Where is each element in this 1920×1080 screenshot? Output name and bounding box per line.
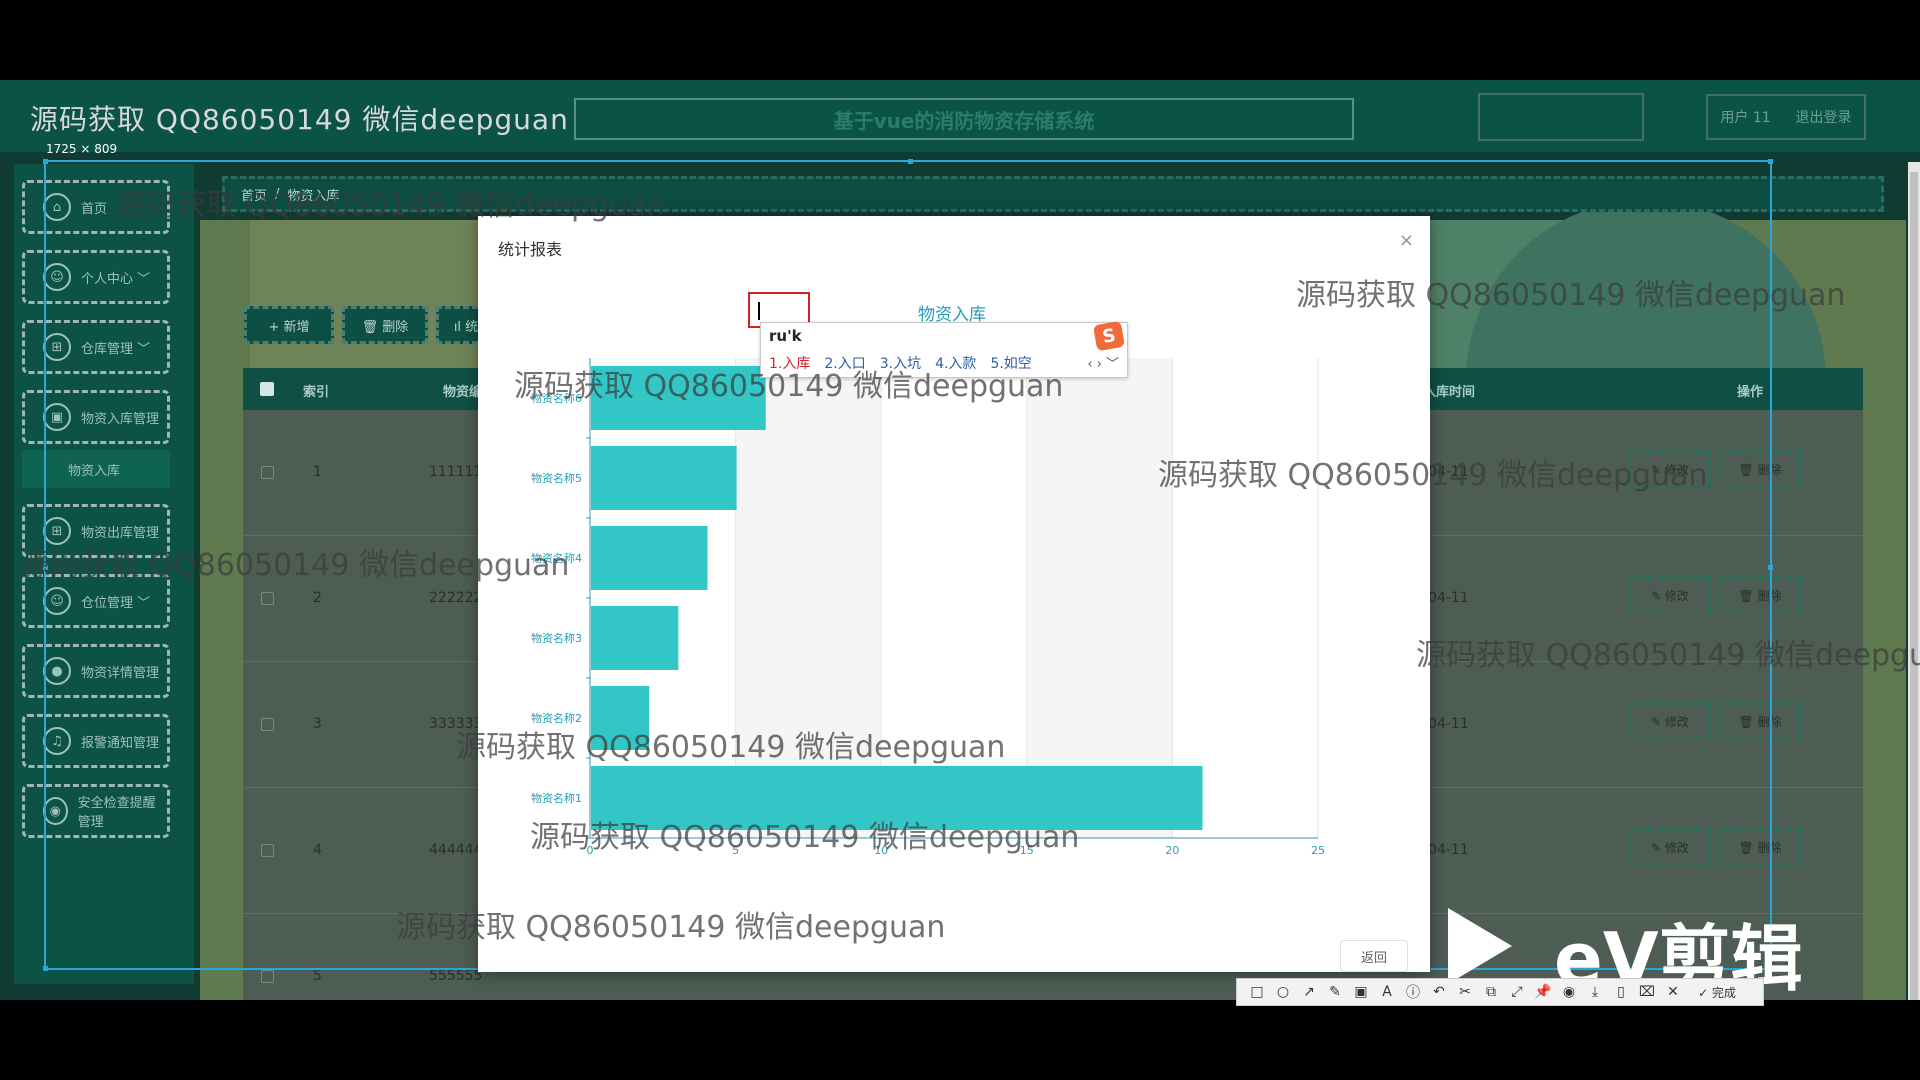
y-tick-label: 物资名称3 [531, 631, 582, 645]
pin-icon[interactable]: 📌 [1533, 984, 1553, 1000]
bar [591, 606, 679, 670]
rectangle-tool-icon[interactable]: □ [1247, 984, 1267, 1000]
ime-page-nav[interactable]: ‹ › ﹀ [1087, 353, 1119, 372]
row-index: 5 [313, 968, 322, 984]
ellipse-tool-icon[interactable]: ○ [1273, 984, 1293, 1000]
bar [591, 446, 737, 510]
ime-input-text: ru'k [769, 327, 802, 345]
x-tick-label: 20 [1165, 844, 1179, 857]
y-tick-label: 物资名称5 [531, 471, 582, 485]
watermark: 源码获取 QQ86050149 微信deepgu [1416, 638, 1920, 673]
sogou-logo-icon: S [1092, 320, 1126, 352]
selection-handle[interactable] [43, 159, 48, 164]
selection-handle[interactable] [1768, 159, 1773, 164]
selection-size-label: 1725 × 809 [46, 142, 118, 156]
x-tick-label: 25 [1311, 844, 1325, 857]
watermark: 源码获取 QQ86050149 微信deepguan [456, 730, 1006, 765]
watermark: 源码获取 QQ86050149 微信deepguan [530, 820, 1080, 855]
watermark: 源码获取 QQ86050149 微信deepguan [396, 910, 946, 945]
scrollbar-thumb[interactable] [1910, 172, 1918, 1000]
y-tick-label: 物资名称1 [531, 791, 582, 805]
expand-icon[interactable]: ⤢ [1507, 984, 1527, 1000]
ev-editor-logo: eV剪辑 [1448, 900, 1828, 1001]
record-icon[interactable]: ◉ [1559, 984, 1579, 1000]
logout-link[interactable]: 退出登录 [1796, 107, 1852, 127]
watermark: 源码获取 QQ86050149 微信deepguan [1296, 278, 1846, 313]
text-caret [758, 302, 760, 320]
play-icon [1448, 908, 1512, 984]
download-icon[interactable]: ⤓ [1585, 984, 1605, 1000]
selection-handle[interactable] [43, 966, 48, 971]
back-button[interactable]: 返回 [1340, 940, 1408, 972]
vertical-scrollbar[interactable] [1908, 162, 1920, 1000]
dialog-title: 统计报表 [498, 240, 563, 259]
pen-tool-icon[interactable]: ✎ [1325, 984, 1345, 1000]
number-tool-icon[interactable]: ⓘ [1403, 982, 1423, 1002]
close-icon[interactable]: × [1399, 230, 1414, 251]
phone-icon[interactable]: ▯ [1611, 984, 1631, 1000]
screen: 源码获取 QQ86050149 微信deepguan 基于vue的消防物资存储系… [0, 0, 1920, 1080]
text-tool-icon[interactable]: A [1377, 984, 1397, 1000]
top-placeholder-box [1478, 93, 1644, 141]
row-name: 555555 [429, 968, 483, 984]
done-button[interactable]: ✓ 完成 [1689, 984, 1745, 1001]
watermark: 源码获取 QQ86050149 微信deepguan [20, 548, 570, 583]
watermark: 源码获取 QQ86050149 微信deepguan [116, 188, 666, 223]
row-checkbox[interactable] [261, 970, 274, 983]
selection-handle[interactable] [1768, 565, 1773, 570]
mosaic-tool-icon[interactable]: ▣ [1351, 984, 1371, 1000]
user-area: 用户 11 退出登录 [1706, 94, 1866, 140]
arrow-tool-icon[interactable]: ↗ [1299, 984, 1319, 1000]
brand-watermark: 源码获取 QQ86050149 微信deepguan [30, 103, 569, 136]
bookmark-icon[interactable]: ⌧ [1637, 984, 1657, 1000]
watermark: 源码获取 QQ86050149 微信deepguan [1158, 458, 1708, 493]
user-label[interactable]: 用户 11 [1720, 107, 1770, 127]
undo-icon[interactable]: ↶ [1429, 984, 1449, 1000]
bar [591, 526, 708, 590]
copy-icon[interactable]: ⧉ [1481, 984, 1501, 1000]
top-bar: 源码获取 QQ86050149 微信deepguan 基于vue的消防物资存储系… [0, 80, 1920, 156]
system-title: 基于vue的消防物资存储系统 [574, 98, 1354, 140]
screenshot-toolbar: □ ○ ↗ ✎ ▣ A ⓘ ↶ ✂ ⧉ ⤢ 📌 ◉ ⤓ ▯ ⌧ ✕ ✓ 完成 [1236, 978, 1764, 1006]
cut-icon[interactable]: ✂ [1455, 984, 1475, 1000]
watermark: 源码获取 QQ86050149 微信deepguan [514, 369, 1064, 404]
cancel-icon[interactable]: ✕ [1663, 984, 1683, 1000]
selection-handle[interactable] [908, 159, 913, 164]
